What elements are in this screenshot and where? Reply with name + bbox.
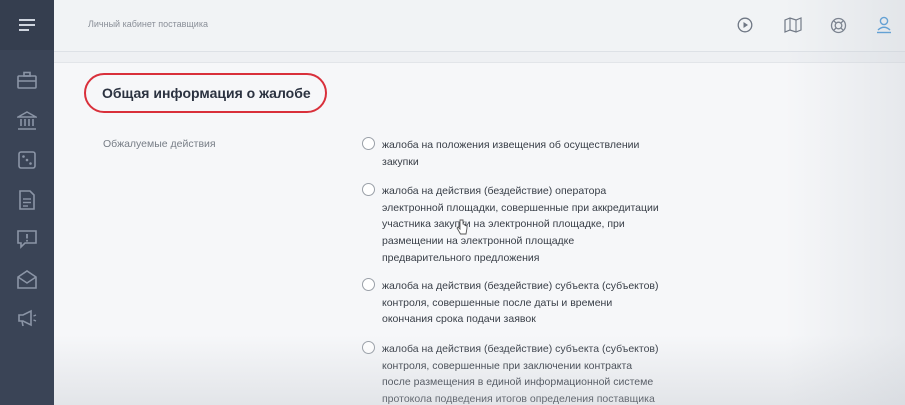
radio-option-label: жалоба на действия (бездействие) субъект… [382, 280, 659, 326]
map-icon [784, 17, 802, 33]
document-icon [19, 190, 35, 210]
cabinet-title: Личный кабинет поставщика [88, 19, 208, 29]
help-button[interactable] [827, 14, 849, 36]
sidebar [0, 0, 54, 405]
map-button[interactable] [782, 14, 804, 36]
dice-icon [18, 151, 36, 169]
sidebar-item-documents[interactable] [13, 187, 41, 213]
sidebar-item-mail[interactable] [13, 266, 41, 292]
sidebar-item-complaints[interactable] [13, 226, 41, 252]
radio-button[interactable] [362, 341, 375, 354]
radio-button[interactable] [362, 278, 375, 291]
play-button[interactable] [734, 14, 756, 36]
sidebar-item-bank[interactable] [13, 108, 41, 134]
radio-button[interactable] [362, 183, 375, 196]
user-icon [877, 16, 891, 34]
complaint-form: Общая информация о жалобе Обжалуемые дей… [54, 62, 905, 405]
open-mail-icon [17, 269, 37, 289]
radio-option-label: жалоба на положения извещения об осущест… [382, 139, 640, 168]
radio-option-label: жалоба на действия (бездействие) субъект… [382, 343, 659, 405]
help-lifebuoy-icon [830, 17, 846, 33]
radio-option-operator-actions[interactable]: жалоба на действия (бездействие) операто… [362, 183, 682, 267]
radio-option-notice-provisions[interactable]: жалоба на положения извещения об осущест… [362, 137, 682, 170]
briefcase-icon [17, 71, 37, 89]
radio-option-label: жалоба на действия (бездействие) операто… [382, 185, 659, 264]
megaphone-icon [18, 309, 37, 327]
menu-toggle-button[interactable] [0, 0, 54, 50]
user-profile-button[interactable] [873, 14, 895, 36]
radio-button[interactable] [362, 137, 375, 150]
sidebar-item-dice[interactable] [13, 147, 41, 173]
radio-option-after-deadline[interactable]: жалоба на действия (бездействие) субъект… [362, 278, 682, 328]
appealed-actions-label: Обжалуемые действия [103, 138, 216, 150]
section-title: Общая информация о жалобе [84, 73, 327, 113]
radio-option-contract-conclusion[interactable]: жалоба на действия (бездействие) субъект… [362, 341, 682, 405]
alert-message-icon [17, 229, 37, 249]
sidebar-item-briefcase[interactable] [13, 67, 41, 93]
top-bar: Личный кабинет поставщика [54, 0, 905, 52]
hamburger-menu-icon [19, 19, 35, 31]
sidebar-item-announcements[interactable] [13, 305, 41, 331]
bank-icon [17, 111, 37, 130]
play-icon [737, 17, 753, 33]
mouse-cursor-icon [456, 219, 468, 235]
